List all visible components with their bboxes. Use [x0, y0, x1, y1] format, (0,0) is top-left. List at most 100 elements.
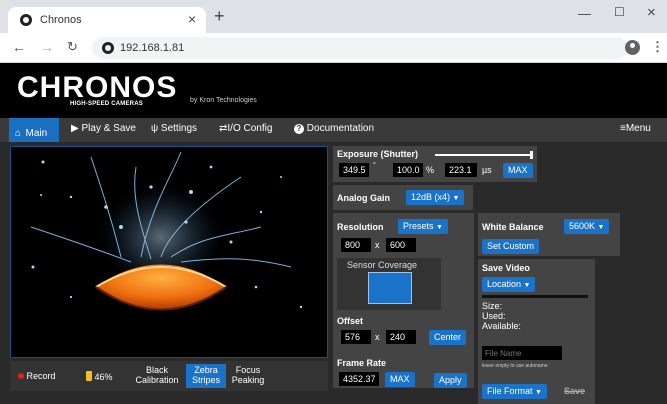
frame-rate-field[interactable]: 4352.37	[339, 372, 379, 386]
file-format-dropdown[interactable]: File Format ▼	[482, 384, 547, 399]
location-label: Location	[487, 279, 522, 289]
menu-settings[interactable]: ψ Settings	[151, 123, 197, 134]
exposure-time-field[interactable]: 223.1	[445, 163, 477, 177]
menu-documentation[interactable]: ? Documentation	[294, 123, 374, 134]
menu-play-save-label: Play & Save	[81, 123, 136, 134]
settings-icon: ψ	[151, 123, 159, 134]
home-icon: ⌂	[15, 128, 22, 139]
caret-down-icon: ▼	[452, 195, 460, 202]
exposure-slider[interactable]	[435, 151, 533, 159]
file-name-input[interactable]	[482, 346, 562, 360]
sensor-coverage-label: Sensor Coverage	[347, 260, 418, 270]
exposure-max-button[interactable]: MAX	[503, 163, 533, 178]
menu-hamburger[interactable]: ≡Menu	[620, 123, 651, 134]
menu-settings-label: Settings	[160, 123, 198, 134]
site-info-icon[interactable]	[102, 42, 114, 54]
save-button[interactable]: Save	[564, 386, 585, 396]
resolution-height-field[interactable]: 600	[386, 238, 416, 252]
url-field[interactable]: 192.168.1.81	[92, 37, 628, 59]
byline: by Kron Technologies	[190, 97, 257, 104]
reload-icon[interactable]: ↻	[67, 39, 78, 55]
address-bar-row: ← → ↻ 192.168.1.81 ⋮	[0, 33, 667, 63]
chronos-logo: CHRONOS	[17, 71, 178, 104]
zebra-stripes-button[interactable]: Zebra Stripes	[186, 364, 226, 388]
focus-peaking-button[interactable]: Focus Peaking	[228, 365, 268, 385]
battery-indicator: 46%	[86, 371, 113, 382]
close-tab-icon[interactable]: ×	[188, 11, 196, 27]
angle-unit: °	[373, 162, 376, 169]
caret-down-icon: ▼	[597, 224, 605, 231]
zebra-line2: Stripes	[191, 375, 220, 385]
menu-main[interactable]: ⌂ Main	[9, 118, 59, 142]
resolution-presets-dropdown[interactable]: Presets ▼	[398, 219, 448, 234]
analog-gain-dropdown[interactable]: 12dB (x4) ▼	[406, 190, 465, 205]
sensor-coverage-region[interactable]	[368, 272, 412, 304]
exposure-angle-field[interactable]: 349.5	[339, 163, 369, 177]
logo-subtitle: HIGH-SPEED CAMERAS	[70, 101, 143, 107]
time-unit: µs	[482, 165, 492, 175]
tab-strip: Chronos × + — ☐ ×	[0, 0, 667, 33]
set-custom-button[interactable]: Set Custom	[482, 239, 540, 254]
exposure-slider-handle[interactable]	[530, 151, 533, 159]
tab-title: Chronos	[40, 14, 82, 26]
caret-down-icon: ▼	[535, 389, 542, 396]
chronos-app: CHRONOS HIGH-SPEED CAMERAS by Kron Techn…	[0, 63, 667, 404]
analog-gain-panel: Analog Gain 12dB (x4) ▼	[333, 185, 473, 210]
white-balance-dropdown[interactable]: 5600K ▼	[564, 219, 610, 234]
resolution-panel: Resolution Presets ▼ 800 x 600 Sensor Co…	[333, 213, 474, 388]
frame-rate-max-button[interactable]: MAX	[385, 372, 415, 387]
window-close-icon[interactable]: ×	[647, 4, 656, 21]
offset-x-field[interactable]: 576	[341, 330, 371, 344]
white-balance-title: White Balance	[482, 222, 544, 232]
save-video-title: Save Video	[482, 263, 530, 273]
browser-menu-icon[interactable]: ⋮	[651, 39, 664, 55]
resolution-width-field[interactable]: 800	[341, 238, 371, 252]
back-icon[interactable]: ←	[12, 39, 26, 55]
offset-y-field[interactable]: 240	[386, 330, 416, 344]
menu-main-label: Main	[25, 128, 48, 139]
record-dot-icon	[18, 373, 24, 379]
presets-label: Presets	[403, 221, 434, 231]
white-balance-panel: White Balance 5600K ▼ Set Custom	[478, 213, 620, 256]
help-icon: ?	[294, 124, 304, 134]
battery-icon	[86, 371, 92, 381]
size-label: Size:	[482, 301, 503, 311]
available-label: Available:	[482, 321, 521, 331]
frame-rate-title: Frame Rate	[337, 358, 387, 368]
caret-down-icon: ▼	[523, 282, 531, 289]
exposure-panel: Exposure (Shutter) 349.5 ° 100.0 % 223.1…	[333, 146, 537, 182]
frame-rate-apply-button[interactable]: Apply	[434, 373, 467, 388]
forward-icon[interactable]: →	[40, 39, 54, 55]
white-balance-value: 5600K	[569, 221, 596, 231]
resolution-title: Resolution	[337, 222, 384, 232]
video-preview[interactable]	[10, 146, 328, 358]
maximize-icon[interactable]: ☐	[614, 5, 625, 19]
minimize-icon[interactable]: —	[578, 6, 591, 21]
zebra-line1: Zebra	[194, 365, 218, 375]
menu-play-save[interactable]: ▶ Play & Save	[71, 123, 136, 134]
record-button[interactable]: Record	[18, 371, 56, 381]
bottom-controls: Record 46% Black Calibration Zebra Strip…	[10, 361, 328, 391]
new-tab-icon[interactable]: +	[214, 6, 225, 27]
location-dropdown[interactable]: Location ▼	[482, 277, 536, 292]
offset-x-label: x	[375, 332, 380, 342]
menu-io-config[interactable]: ⇄I/O Config	[219, 123, 272, 134]
account-icon[interactable]	[625, 40, 640, 55]
menu-io-label: I/O Config	[227, 123, 273, 134]
offset-center-button[interactable]: Center	[429, 330, 467, 345]
record-label: Record	[26, 371, 56, 381]
focus-line2: Peaking	[231, 375, 265, 385]
analog-gain-title: Analog Gain	[337, 193, 391, 203]
menu-bar: ⌂ Main ▶ Play & Save ψ Settings ⇄I/O Con…	[0, 118, 667, 142]
percent-unit: %	[426, 165, 435, 175]
exposure-percent-field[interactable]: 100.0	[393, 163, 423, 177]
sensor-coverage-box: Sensor Coverage	[337, 258, 441, 310]
caret-down-icon: ▼	[436, 224, 443, 231]
black-calibration-button[interactable]: Black Calibration	[128, 365, 186, 385]
url-text: 192.168.1.81	[120, 42, 185, 54]
play-icon: ▶	[71, 123, 79, 134]
orange-splash-image	[11, 147, 327, 357]
browser-tab[interactable]: Chronos ×	[8, 7, 206, 33]
file-format-label: File Format	[487, 386, 533, 396]
resolution-x: x	[375, 240, 380, 250]
